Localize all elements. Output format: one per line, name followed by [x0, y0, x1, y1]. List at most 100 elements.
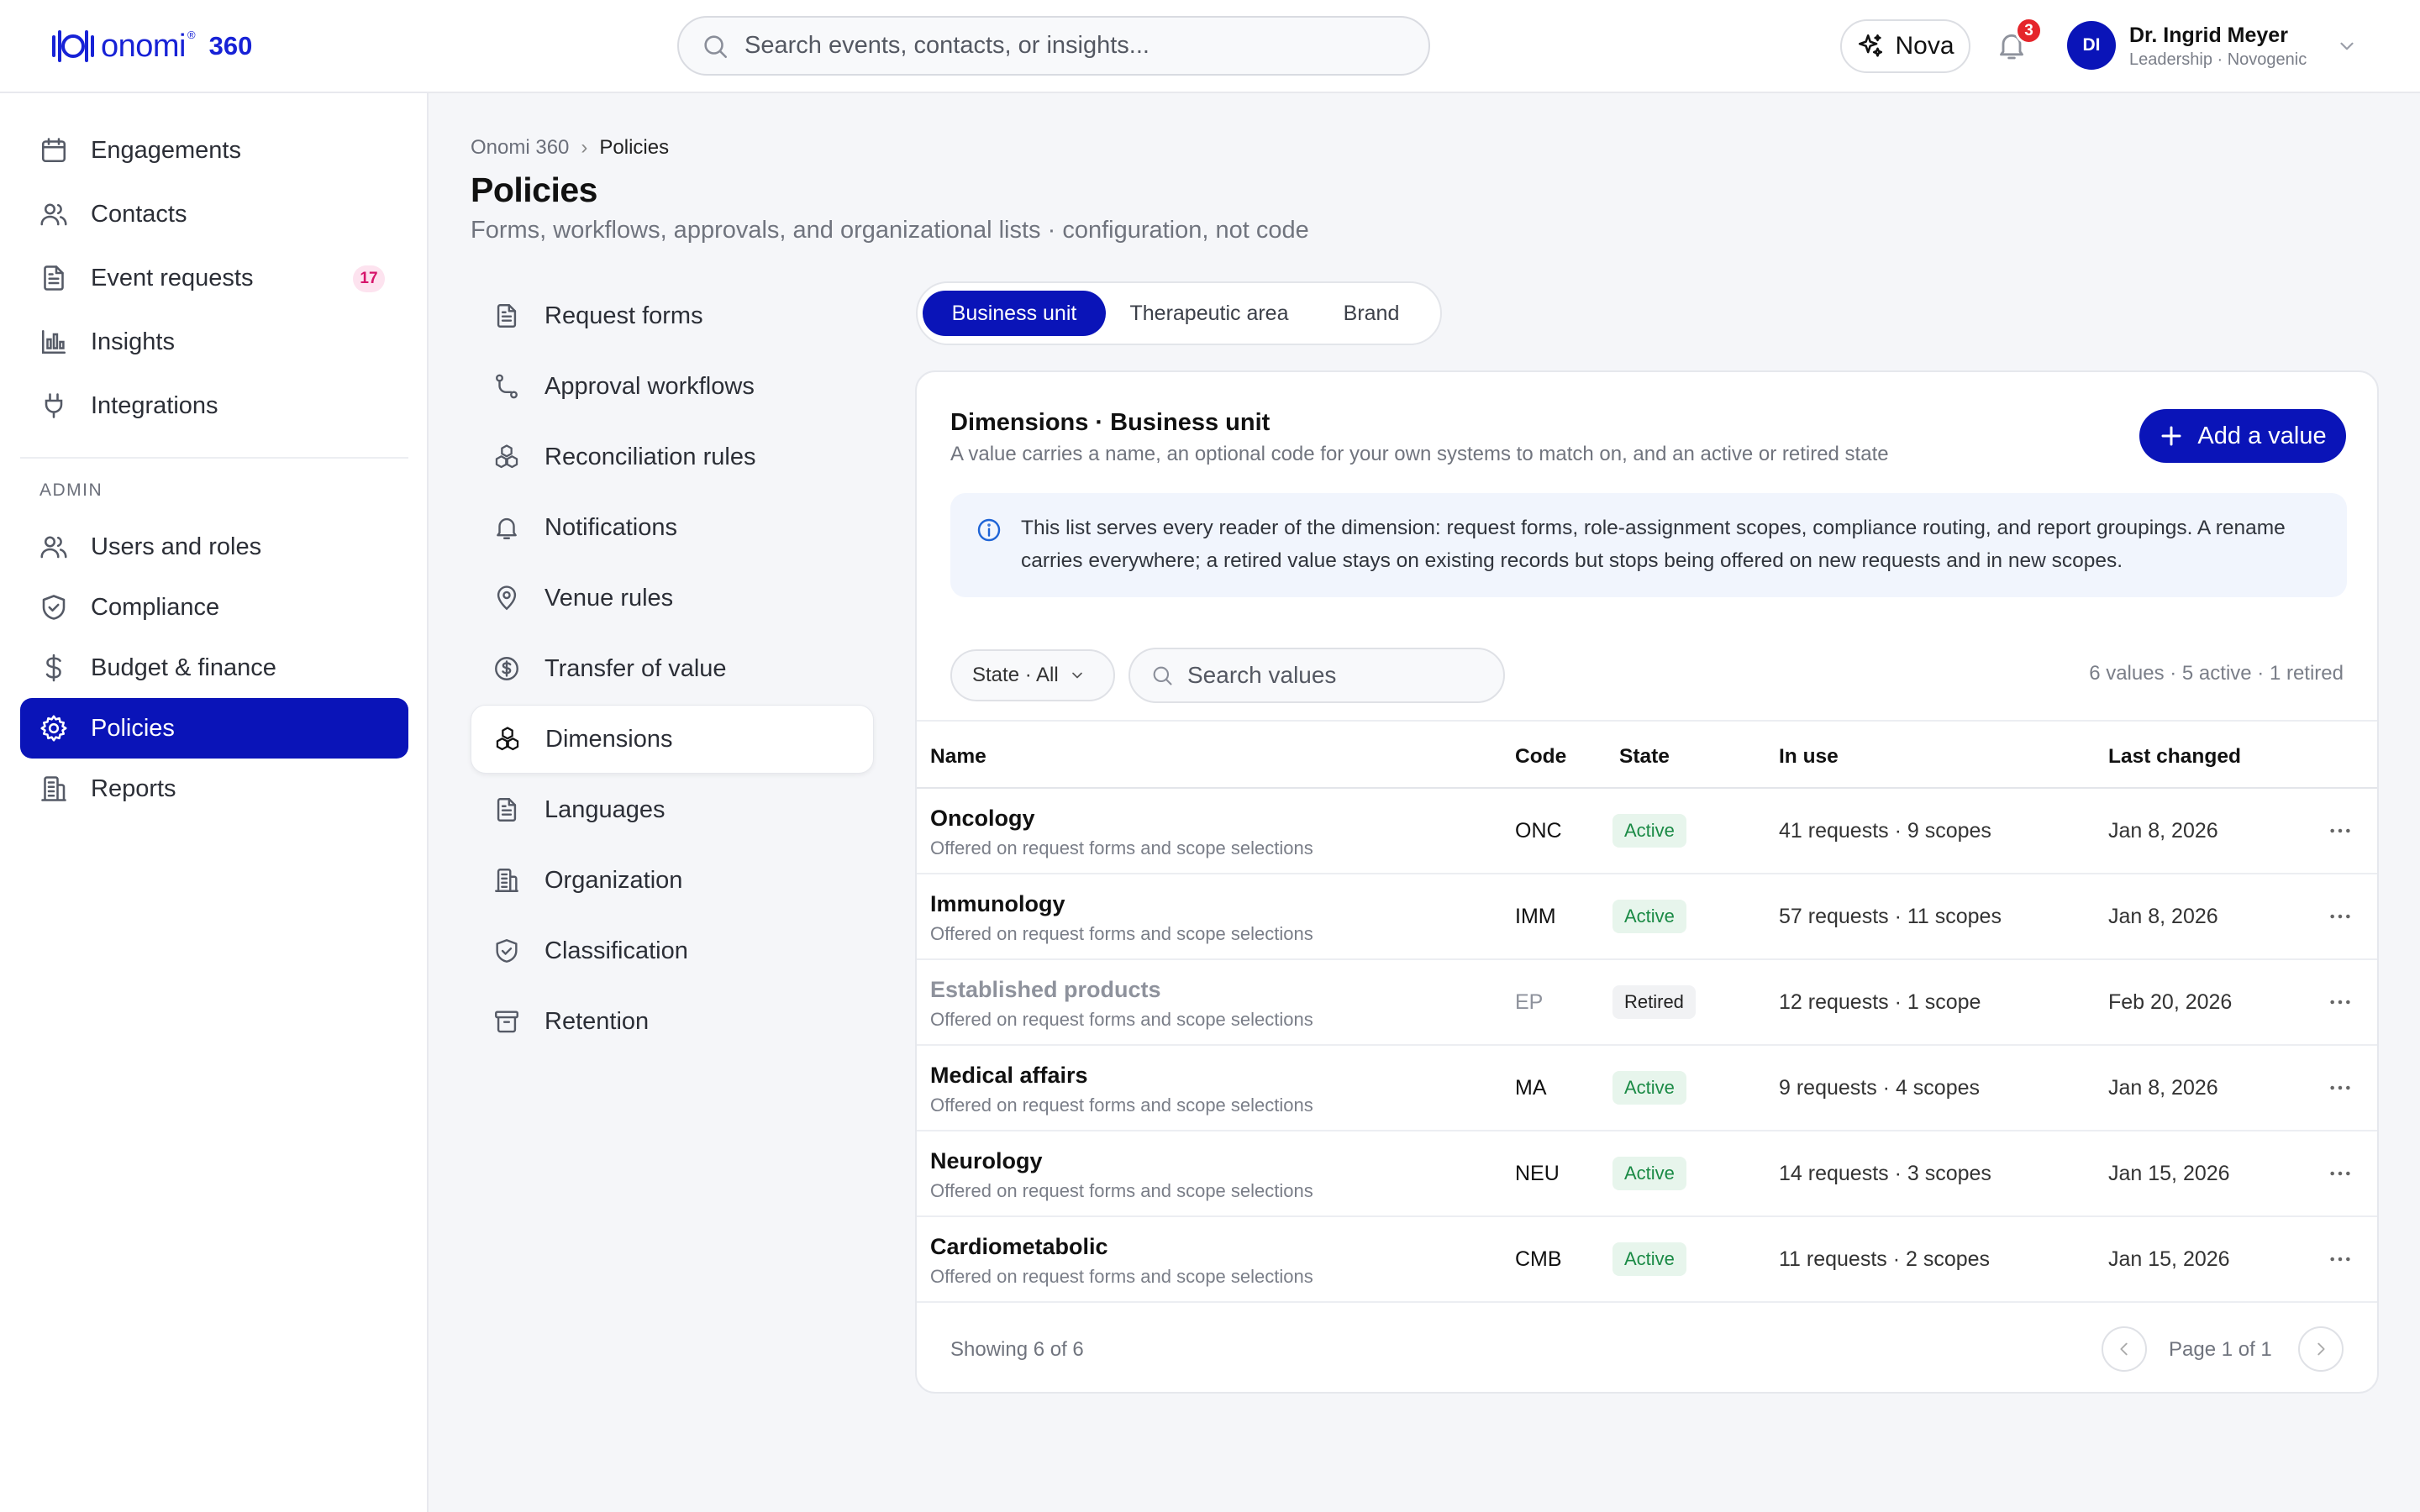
tab-business-unit[interactable]: Business unit [923, 291, 1106, 336]
table-row[interactable]: Oncology Offered on request forms and sc… [917, 789, 2377, 874]
breadcrumb-current: Policies [599, 136, 670, 159]
column-header-last-changed[interactable]: Last changed [2108, 745, 2241, 769]
tab-brand[interactable]: Brand [1313, 291, 1430, 336]
row-name[interactable]: Immunology [930, 891, 1065, 917]
pagination-summary: Showing 6 of 6 [950, 1338, 1084, 1361]
sidebar-item-compliance[interactable]: Compliance [20, 577, 408, 638]
tab-therapeutic-area[interactable]: Therapeutic area [1114, 291, 1304, 336]
row-in-use: 14 requests · 3 scopes [1779, 1162, 1991, 1185]
shield-icon [492, 937, 521, 965]
subnav-approval-workflows[interactable]: Approval workflows [471, 352, 874, 421]
row-name[interactable]: Established products [930, 977, 1161, 1003]
row-name[interactable]: Oncology [930, 806, 1035, 832]
more-options-icon[interactable] [2325, 989, 2355, 1016]
sidebar-item-contacts[interactable]: Contacts [20, 184, 408, 244]
sidebar-item-engagements[interactable]: Engagements [20, 120, 408, 181]
table-row[interactable]: Neurology Offered on request forms and s… [917, 1131, 2377, 1217]
subnav-label: Request forms [544, 302, 703, 329]
table-row[interactable]: Medical affairs Offered on request forms… [917, 1046, 2377, 1131]
next-page-button[interactable] [2298, 1326, 2344, 1372]
more-options-icon[interactable] [2325, 903, 2355, 930]
status-badge: Active [1612, 814, 1686, 848]
sidebar-item-budget-finance[interactable]: Budget & finance [20, 638, 408, 698]
more-options-icon[interactable] [2325, 1160, 2355, 1187]
sidebar-item-reports[interactable]: Reports [20, 759, 408, 819]
subnav-notifications[interactable]: Notifications [471, 493, 874, 562]
building-icon [492, 866, 521, 895]
row-name[interactable]: Neurology [930, 1148, 1043, 1174]
subnav-label: Dimensions [545, 725, 673, 753]
building-icon [39, 774, 69, 804]
row-code: EP [1515, 990, 1544, 1014]
logo-mark-icon [52, 30, 94, 62]
global-search[interactable] [677, 16, 1430, 76]
previous-page-button[interactable] [2102, 1326, 2147, 1372]
sidebar-item-event-requests[interactable]: Event requests 17 [20, 248, 408, 308]
chevron-down-icon[interactable] [2336, 35, 2358, 57]
info-banner: This list serves every reader of the dim… [950, 493, 2347, 597]
document-icon [492, 302, 521, 330]
sidebar-item-insights[interactable]: Insights [20, 312, 408, 372]
subnav-transfer-of-value[interactable]: Transfer of value [471, 634, 874, 703]
table-header: Name Code State In use Last changed [917, 720, 2377, 789]
row-code: NEU [1515, 1162, 1560, 1185]
row-last-changed: Jan 15, 2026 [2108, 1162, 2230, 1185]
sidebar-item-policies[interactable]: Policies [20, 698, 408, 759]
subnav-reconciliation-rules[interactable]: Reconciliation rules [471, 423, 874, 491]
status-badge: Active [1612, 1157, 1686, 1190]
more-options-icon[interactable] [2325, 817, 2355, 844]
state-filter-dropdown[interactable]: State · All [950, 649, 1115, 701]
subnav-request-forms[interactable]: Request forms [471, 281, 874, 350]
info-icon [976, 517, 1002, 543]
row-description: Offered on request forms and scope selec… [930, 1266, 1313, 1287]
breadcrumb-root[interactable]: Onomi 360 [471, 136, 569, 160]
sidebar-item-label: Engagements [91, 136, 241, 164]
subnav-languages[interactable]: Languages [471, 775, 874, 844]
user-role: Leadership · Novogenic [2129, 50, 2307, 69]
sidebar-item-users-and-roles[interactable]: Users and roles [20, 517, 408, 577]
sidebar-divider [20, 457, 408, 459]
subnav-label: Classification [544, 937, 688, 964]
table-row[interactable]: Cardiometabolic Offered on request forms… [917, 1217, 2377, 1303]
global-search-input[interactable] [744, 32, 1400, 60]
table-row[interactable]: Established products Offered on request … [917, 960, 2377, 1046]
subnav-label: Reconciliation rules [544, 443, 756, 470]
user-name[interactable]: Dr. Ingrid Meyer [2129, 24, 2288, 48]
more-options-icon[interactable] [2325, 1246, 2355, 1273]
plus-icon [2159, 423, 2184, 449]
card-subtitle: A value carries a name, an optional code… [950, 443, 1889, 465]
dollar-circle-icon [492, 654, 521, 683]
notification-badge: 3 [2015, 17, 2043, 45]
value-counts: 6 values · 5 active · 1 retired [2089, 662, 2344, 685]
state-filter-label: State · All [972, 664, 1059, 686]
sidebar: Engagements Contacts Event requests 17 I… [0, 93, 429, 1512]
row-last-changed: Jan 8, 2026 [2108, 905, 2218, 928]
add-value-button[interactable]: Add a value [2139, 409, 2346, 463]
sidebar-item-integrations[interactable]: Integrations [20, 375, 408, 436]
column-header-state[interactable]: State [1619, 745, 1670, 769]
nova-button[interactable]: Nova [1840, 19, 1970, 73]
table-row[interactable]: Immunology Offered on request forms and … [917, 874, 2377, 960]
column-header-in-use[interactable]: In use [1779, 745, 1839, 769]
row-in-use: 9 requests · 4 scopes [1779, 1076, 1981, 1100]
add-value-label: Add a value [2197, 422, 2327, 449]
row-name[interactable]: Cardiometabolic [930, 1234, 1108, 1260]
values-search-input[interactable] [1187, 662, 1490, 689]
subnav-classification[interactable]: Classification [471, 916, 874, 985]
sparkle-icon [1856, 32, 1885, 60]
more-options-icon[interactable] [2325, 1074, 2355, 1101]
row-last-changed: Jan 15, 2026 [2108, 1247, 2230, 1271]
subnav-dimensions[interactable]: Dimensions [471, 705, 874, 774]
avatar[interactable]: DI [2067, 21, 2116, 70]
subnav-venue-rules[interactable]: Venue rules [471, 564, 874, 633]
users-icon [39, 199, 69, 229]
column-header-code[interactable]: Code [1515, 745, 1566, 769]
subnav-retention[interactable]: Retention [471, 987, 874, 1056]
app-logo[interactable]: onomi ® 360 [49, 25, 252, 67]
page-subtitle: Forms, workflows, approvals, and organiz… [471, 217, 1309, 244]
column-header-name[interactable]: Name [930, 745, 986, 769]
event-requests-count-badge: 17 [353, 265, 385, 292]
row-name[interactable]: Medical affairs [930, 1063, 1088, 1089]
values-search[interactable] [1128, 648, 1505, 703]
subnav-organization[interactable]: Organization [471, 846, 874, 915]
